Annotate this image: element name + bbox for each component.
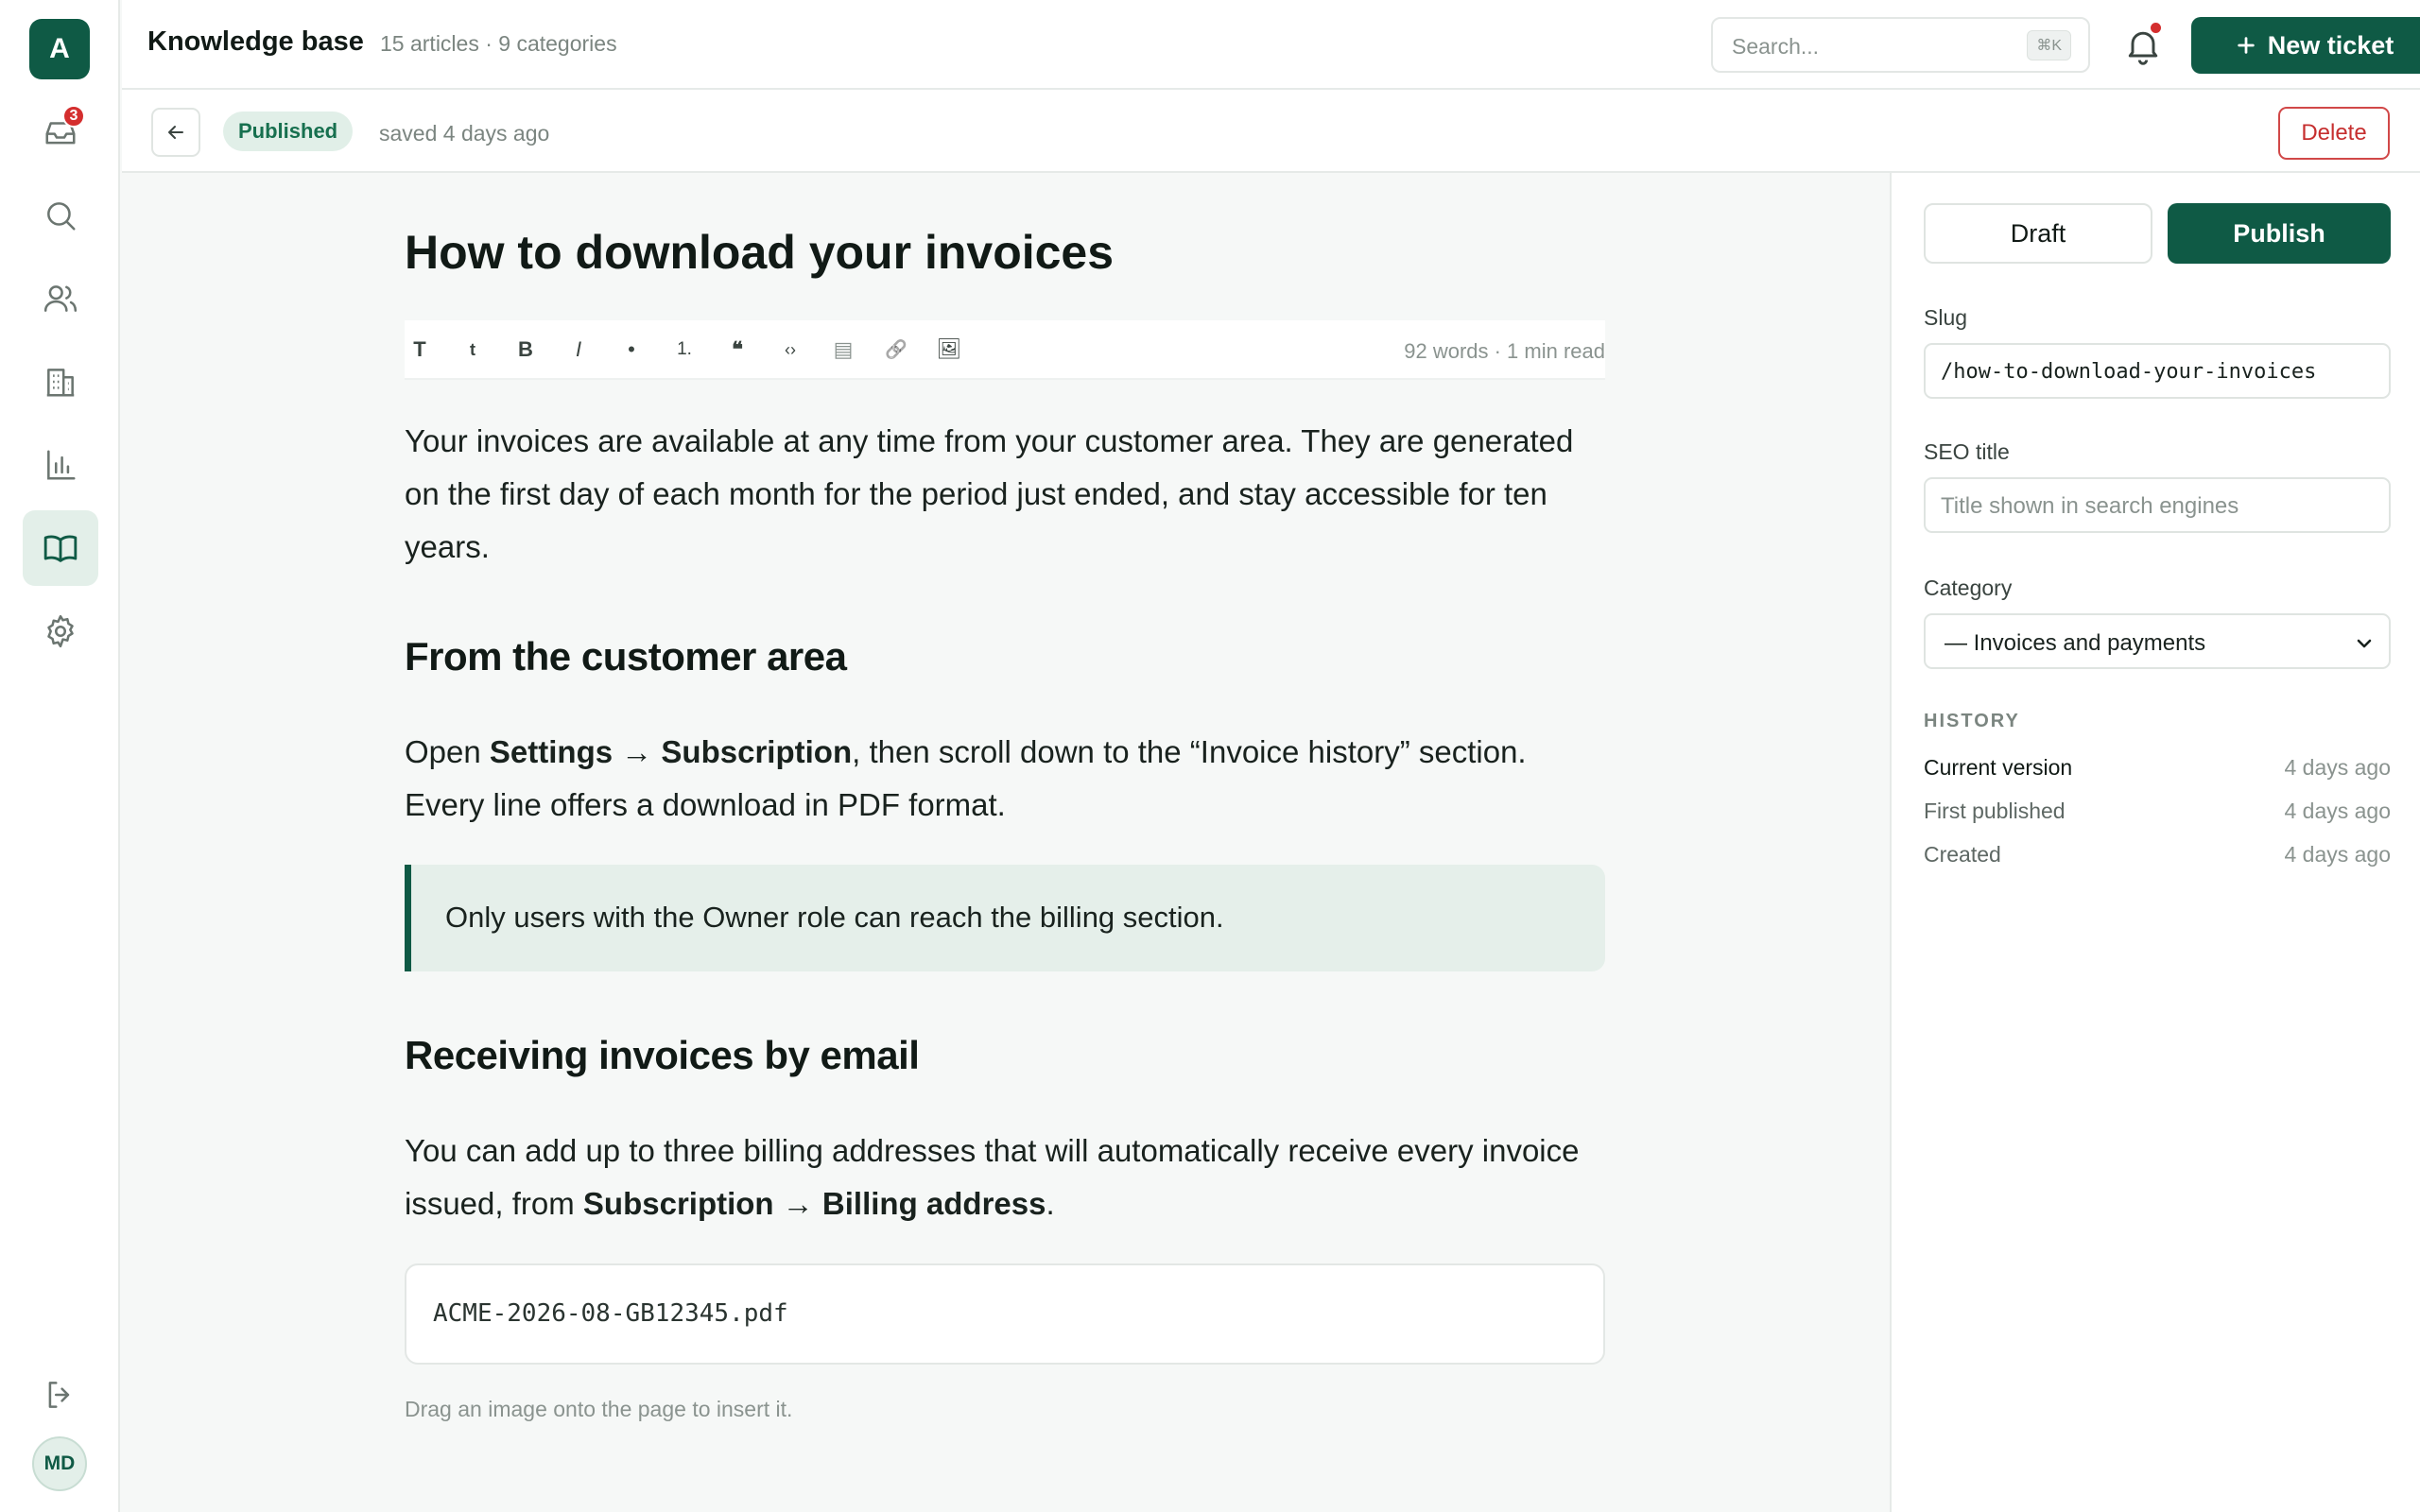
category-select[interactable]: — Invoices and payments [1924,613,2391,669]
slug-input[interactable]: /how-to-download-your-invoices [1924,343,2391,399]
app-logo[interactable]: A [29,19,90,79]
notification-dot [2151,23,2161,33]
nav-companies[interactable] [23,344,98,420]
seo-title-label: SEO title [1924,439,2010,464]
users-icon [43,285,78,312]
quote-button[interactable]: ❝ [722,334,752,366]
nav-search[interactable] [23,178,98,253]
article-subbar: Published saved 4 days ago Delete [122,90,2420,173]
new-ticket-label: New ticket [2267,30,2394,60]
code-button[interactable]: ‹› [775,334,805,366]
arrow-left-icon [168,126,183,139]
code-text: ACME-2026-08-GB12345.pdf [433,1299,788,1328]
history-time: 4 days ago [2284,755,2391,780]
history-time: 4 days ago [2284,799,2391,823]
nav-users[interactable] [23,261,98,336]
nav-reports[interactable] [23,427,98,503]
text-run: . [1046,1186,1055,1221]
heading-customer-area[interactable]: From the customer area [405,634,847,679]
history-label: First published [1924,799,2066,823]
bold-button[interactable]: B [510,334,541,366]
drop-hint: Drag an image onto the page to insert it… [405,1397,793,1421]
category-value: — Invoices and payments [1945,630,2206,656]
inbox-badge: 3 [62,105,85,128]
history-row: First published 4 days ago [1924,799,2391,829]
italic-button[interactable]: I [563,334,594,366]
text-run: Open [405,734,490,769]
top-header: Knowledge base 15 articles · 9 categorie… [122,0,2420,90]
book-open-icon [43,535,78,562]
history-heading: HISTORY [1924,711,2020,731]
paragraph-intro[interactable]: Your invoices are available at any time … [405,415,1605,574]
paragraph-customer-area[interactable]: Open Settings → Subscription, then scrol… [405,726,1605,832]
word-count: 92 words · 1 min read [1404,339,1605,363]
draft-button[interactable]: Draft [1924,203,2152,264]
numbered-list-button[interactable]: 1. [669,334,700,366]
back-button[interactable] [151,108,200,157]
history-label: Created [1924,842,2001,867]
slug-value: /how-to-download-your-invoices [1941,360,2317,384]
search-shortcut: ⌘K [2027,30,2071,60]
user-avatar[interactable]: MD [32,1436,87,1491]
page-meta: 15 articles · 9 categories [380,31,617,56]
image-button[interactable]: 🖼 [934,334,964,366]
search-placeholder: Search... [1732,34,1820,59]
logout-icon [48,1382,70,1408]
delete-button[interactable]: Delete [2278,107,2390,160]
search-icon [47,202,76,231]
publish-button[interactable]: Publish [2168,203,2391,264]
gear-icon [47,614,74,648]
article-title[interactable]: How to download your invoices [405,225,1114,280]
link-button[interactable]: 🔗 [881,334,911,366]
history-label: Current version [1924,755,2073,780]
article-settings-panel: Draft Publish Slug /how-to-download-your… [1890,173,2420,1512]
building-icon [46,369,75,397]
heading-email[interactable]: Receiving invoices by email [405,1033,920,1078]
plus-icon [2238,37,2255,54]
sidebar-rail: A 3 MD [0,0,120,1512]
chevron-down-icon [2357,639,2372,648]
nav-inbox[interactable]: 3 [23,94,98,170]
page-title: Knowledge base [147,26,364,57]
history-row: Current version 4 days ago [1924,755,2391,785]
table-button[interactable]: ▤ [828,334,858,366]
code-block[interactable]: ACME-2026-08-GB12345.pdf [405,1263,1605,1365]
seo-title-input[interactable]: Title shown in search engines [1924,477,2391,533]
seo-title-placeholder: Title shown in search engines [1941,493,2239,519]
history-row: Created 4 days ago [1924,842,2391,872]
status-badge: Published [223,112,354,151]
heading-small-button[interactable]: t [458,334,488,366]
history-time: 4 days ago [2284,842,2391,867]
bullet-list-button[interactable]: • [616,334,647,366]
logout-button[interactable] [23,1357,98,1433]
category-label: Category [1924,576,2013,600]
nav-settings[interactable] [23,593,98,669]
paragraph-email[interactable]: You can add up to three billing addresse… [405,1125,1605,1230]
search-input[interactable]: Search... ⌘K [1711,17,2090,73]
bold-text: Subscription → Billing address [582,1186,1046,1221]
bar-chart-icon [47,450,76,480]
saved-timestamp: saved 4 days ago [379,121,550,146]
heading-large-button[interactable]: T [405,334,435,366]
slug-label: Slug [1924,305,1968,330]
nav-knowledge-base[interactable] [23,510,98,586]
callout-text: Only users with the Owner role can reach… [445,901,1224,934]
formatting-toolbar: T t B I • 1. ❝ ‹› ▤ 🔗 🖼 92 words · 1 min… [405,320,1605,380]
callout-block[interactable]: Only users with the Owner role can reach… [405,865,1605,971]
bold-text: Settings → Subscription [489,734,853,769]
new-ticket-button[interactable]: New ticket [2191,17,2420,74]
